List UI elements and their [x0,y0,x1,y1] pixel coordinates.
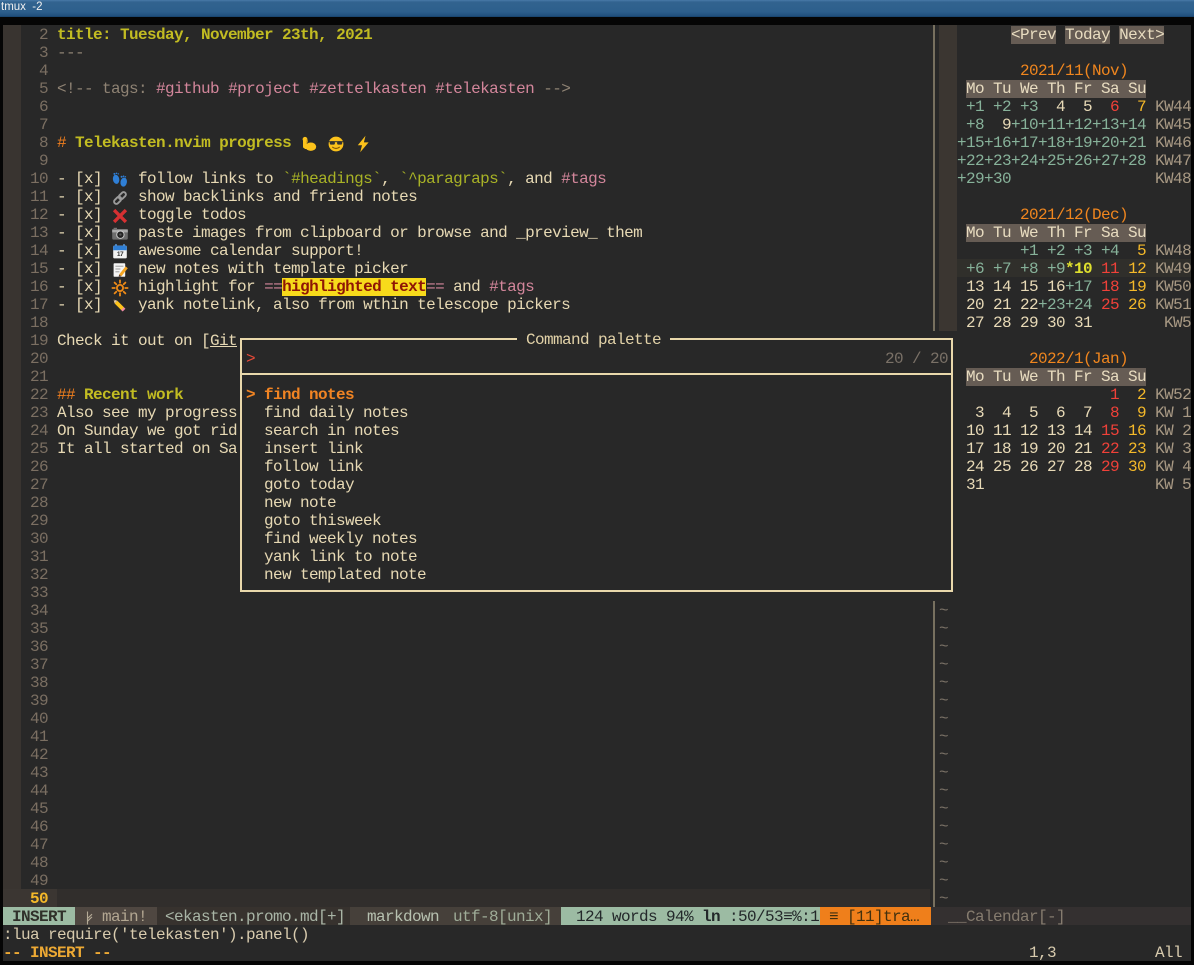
svg-text:17: 17 [117,251,124,258]
